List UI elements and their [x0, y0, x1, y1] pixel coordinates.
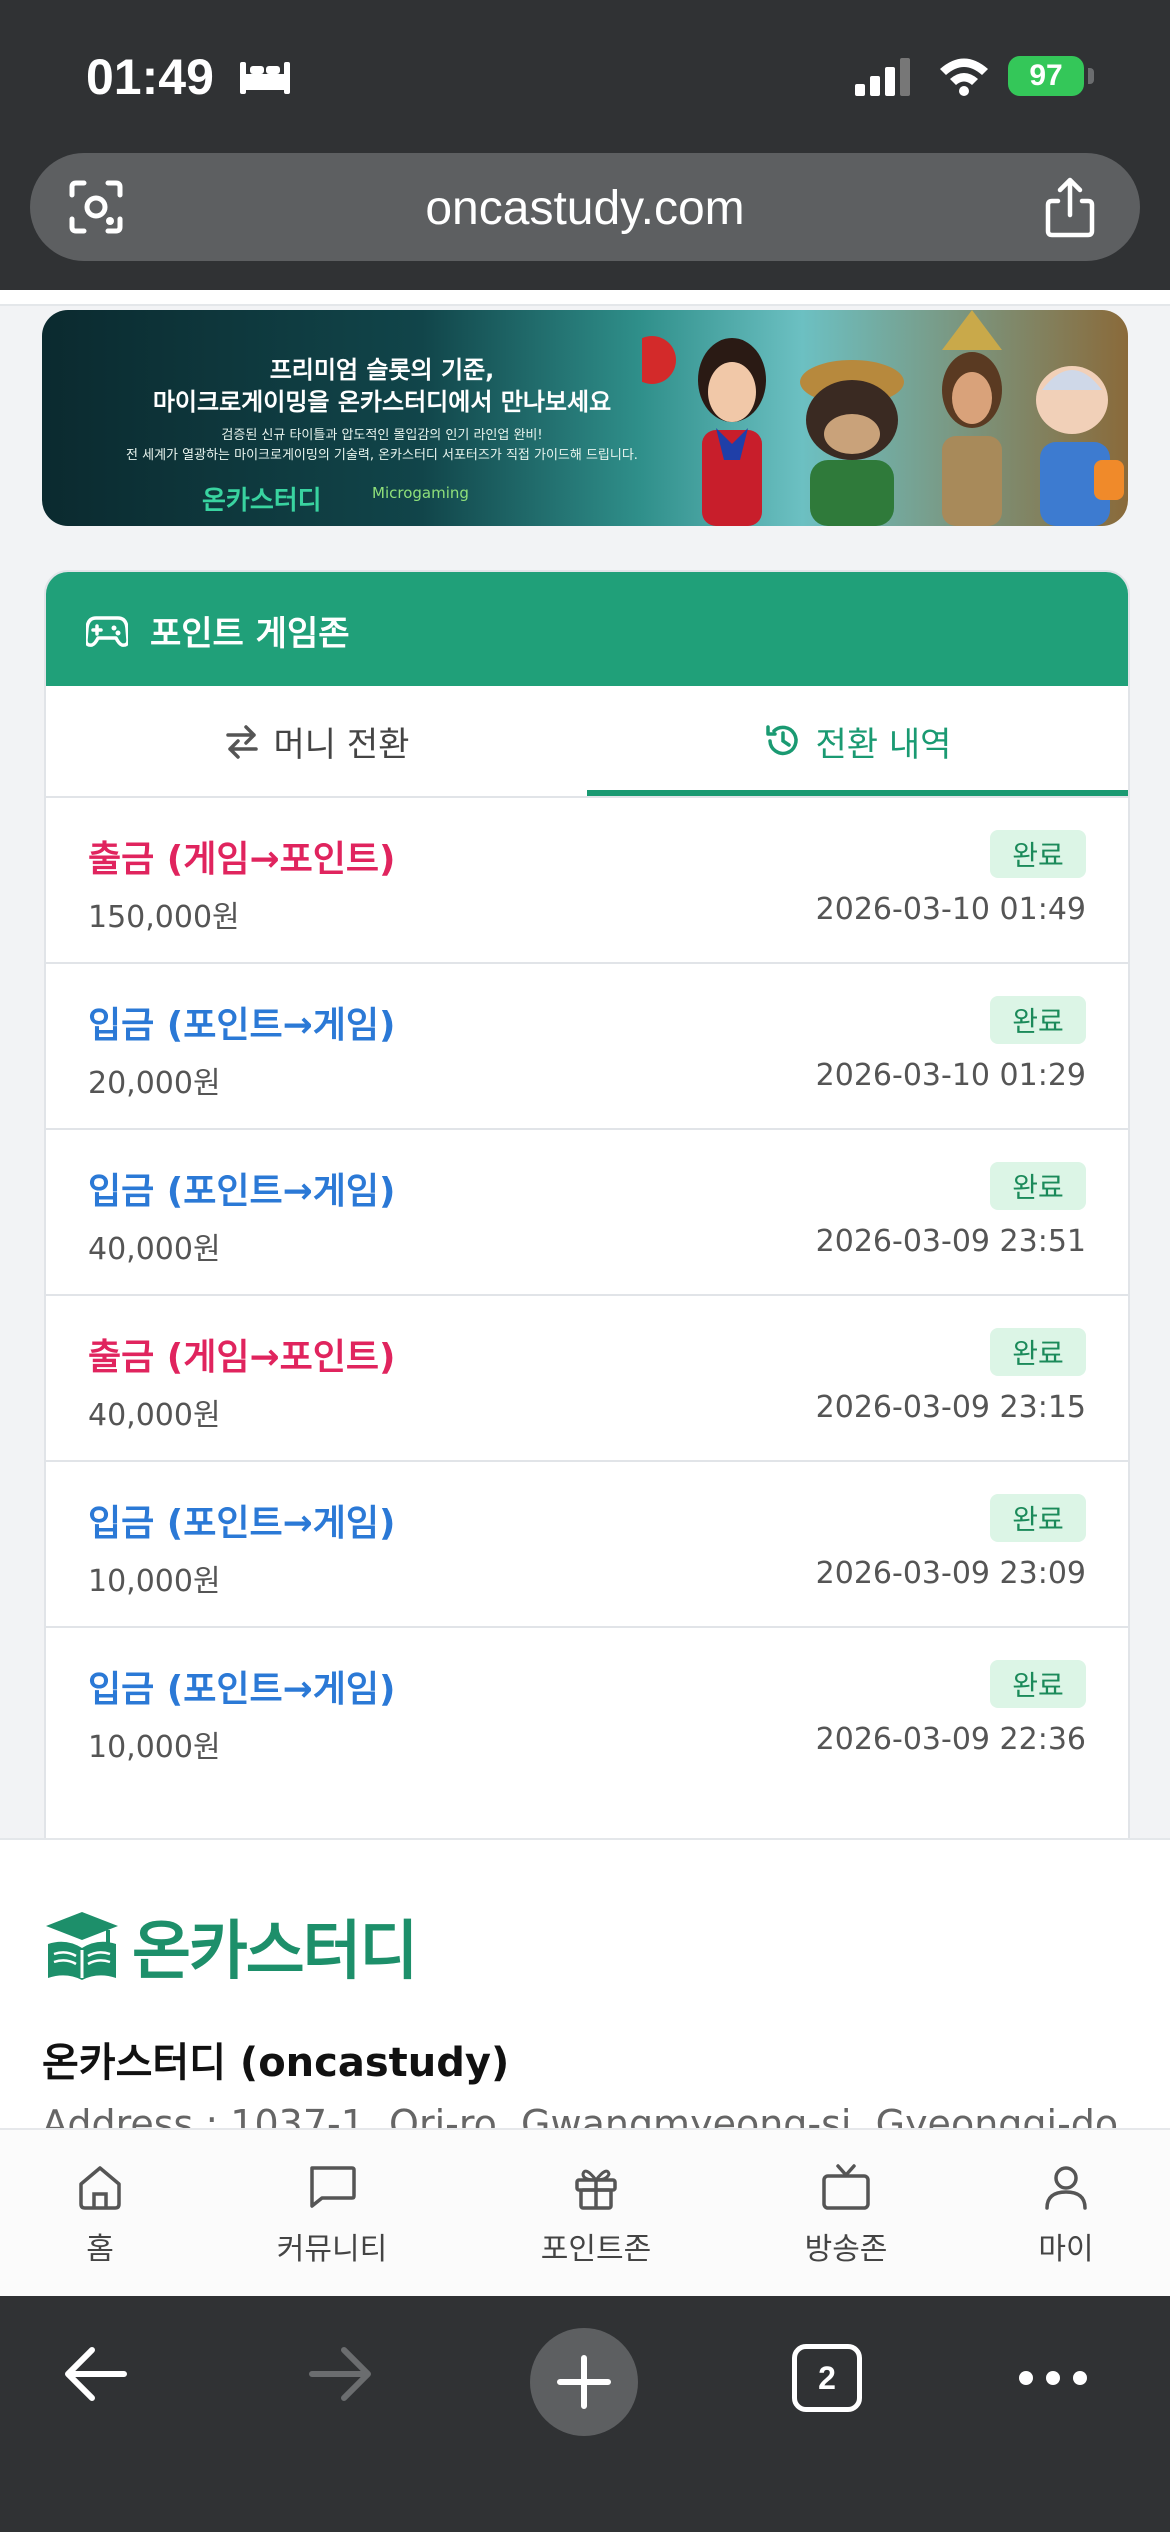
transaction-amount: 40,000원 — [88, 1398, 221, 1433]
cellular-signal-icon — [855, 58, 910, 96]
status-badge: 완료 — [990, 1328, 1086, 1376]
address-bar[interactable]: oncastudy.com — [30, 153, 1140, 261]
promo-banner[interactable]: 프리미엄 슬롯의 기준, 마이크로게이밍을 온카스터디에서 만나보세요 검증된 … — [42, 310, 1128, 526]
banner-partner-logo: Microgaming — [372, 484, 469, 502]
transaction-type: 입금 (포인트→게임) — [88, 1171, 396, 1212]
transaction-date: 2026-03-10 01:29 — [815, 1058, 1086, 1093]
transaction-type: 출금 (게임→포인트) — [88, 1337, 396, 1378]
nav-my[interactable]: 마이 — [1026, 2130, 1106, 2298]
transaction-type: 입금 (포인트→게임) — [88, 1005, 396, 1046]
status-badge: 완료 — [990, 1162, 1086, 1210]
nav-broadcast[interactable]: 방송존 — [776, 2130, 916, 2298]
conversion-tabs: 머니 전환 전환 내역 — [46, 686, 1128, 798]
transaction-amount: 10,000원 — [88, 1564, 221, 1599]
transaction-date: 2026-03-09 23:09 — [815, 1556, 1086, 1591]
nav-community[interactable]: 커뮤니티 — [262, 2130, 402, 2298]
transaction-type: 입금 (포인트→게임) — [88, 1503, 396, 1544]
header-edge — [0, 290, 1170, 306]
status-badge: 완료 — [990, 996, 1086, 1044]
transaction-amount: 10,000원 — [88, 1730, 221, 1765]
status-badge: 완료 — [990, 1494, 1086, 1542]
status-badge: 완료 — [990, 1660, 1086, 1708]
transaction-date: 2026-03-10 01:49 — [815, 892, 1086, 927]
new-tab-button[interactable] — [530, 2328, 638, 2436]
transaction-amount: 20,000원 — [88, 1066, 221, 1101]
transaction-type: 출금 (게임→포인트) — [88, 839, 396, 880]
banner-subtext-2: 전 세계가 열광하는 마이크로게이밍의 기술력, 온카스터디 서포터즈가 직접 … — [126, 448, 638, 463]
history-row: 출금 (게임→포인트) 150,000원 완료 2026-03-10 01:49 — [46, 796, 1128, 964]
transaction-type: 입금 (포인트→게임) — [88, 1669, 396, 1710]
banner-logo: 온카스터디 — [202, 486, 322, 516]
card-header: 포인트 게임존 — [46, 572, 1128, 686]
transaction-amount: 40,000원 — [88, 1232, 221, 1267]
transaction-date: 2026-03-09 23:51 — [815, 1224, 1086, 1259]
user-icon — [1045, 2166, 1087, 2210]
status-and-address-bar: 01:49 97 oncastudy.com — [0, 0, 1170, 290]
tab-switcher-button[interactable]: 2 — [792, 2344, 862, 2412]
banner-headline-2: 마이크로게이밍을 온카스터디에서 만나보세요 — [152, 388, 612, 416]
site-bottom-nav: 홈 커뮤니티 포인트존 방송존 마이 — [0, 2128, 1170, 2298]
history-row: 입금 (포인트→게임) 20,000원 완료 2026-03-10 01:29 — [46, 962, 1128, 1130]
status-badge: 완료 — [990, 830, 1086, 878]
nav-pointzone-label: 포인트존 — [540, 2232, 652, 2267]
nav-home[interactable]: 홈 — [60, 2130, 140, 2298]
history-row: 입금 (포인트→게임) 10,000원 완료 2026-03-09 22:36 — [46, 1626, 1128, 1792]
tab-convert-history-label: 전환 내역 — [815, 724, 952, 765]
history-row: 입금 (포인트→게임) 40,000원 완료 2026-03-09 23:51 — [46, 1128, 1128, 1296]
battery-tip — [1088, 68, 1094, 84]
graduation-book-icon — [46, 1912, 118, 1980]
transaction-date: 2026-03-09 22:36 — [815, 1722, 1086, 1757]
gamepad-icon — [86, 616, 128, 647]
chat-icon — [310, 2166, 356, 2208]
transaction-date: 2026-03-09 23:15 — [815, 1390, 1086, 1425]
nav-pointzone[interactable]: 포인트존 — [526, 2130, 666, 2298]
home-icon — [79, 2166, 121, 2210]
back-arrow-icon[interactable] — [58, 2336, 134, 2412]
banner-characters-illustration — [642, 310, 1124, 526]
footer-address: Address : 1037-1, Ori-ro, Gwangmyeong-si… — [42, 2102, 1119, 2130]
gift-icon — [575, 2169, 617, 2210]
tab-money-convert[interactable]: 머니 전환 — [46, 686, 587, 796]
site-footer: 온카스터디 온카스터디 (oncastudy) Address : 1037-1… — [0, 1838, 1170, 2130]
page-content: 프리미엄 슬롯의 기준, 마이크로게이밍을 온카스터디에서 만나보세요 검증된 … — [0, 290, 1170, 2130]
share-icon[interactable] — [1040, 175, 1100, 239]
history-row: 출금 (게임→포인트) 40,000원 완료 2026-03-09 23:15 — [46, 1294, 1128, 1462]
battery-indicator: 97 — [1008, 56, 1084, 96]
tv-icon — [822, 2164, 870, 2210]
history-row: 입금 (포인트→게임) 10,000원 완료 2026-03-09 23:09 — [46, 1460, 1128, 1628]
tab-convert-history[interactable]: 전환 내역 — [587, 686, 1128, 796]
nav-home-label: 홈 — [86, 2232, 114, 2267]
browser-toolbar: 2 — [0, 2296, 1170, 2532]
wifi-icon — [940, 58, 988, 96]
history-icon — [765, 725, 798, 756]
swap-arrows-icon — [225, 725, 258, 759]
card-title: 포인트 게임존 — [150, 614, 350, 654]
nav-my-label: 마이 — [1038, 2232, 1094, 2267]
nav-community-label: 커뮤니티 — [276, 2232, 388, 2267]
footer-site-name: 온카스터디 (oncastudy) — [42, 2040, 510, 2086]
transaction-amount: 150,000원 — [88, 900, 240, 935]
banner-headline-1: 프리미엄 슬롯의 기준, — [269, 356, 495, 384]
status-time: 01:49 — [86, 49, 214, 105]
more-options-icon[interactable] — [1016, 2368, 1090, 2388]
nav-broadcast-label: 방송존 — [804, 2232, 888, 2267]
url-text[interactable]: oncastudy.com — [30, 181, 1140, 236]
footer-logo[interactable]: 온카스터디 — [42, 1900, 418, 1992]
plus-icon — [557, 2355, 611, 2409]
tab-money-convert-label: 머니 전환 — [273, 724, 410, 765]
sleep-focus-icon — [240, 62, 290, 94]
footer-logo-text: 온카스터디 — [132, 1915, 418, 1989]
forward-arrow-icon[interactable] — [302, 2336, 378, 2412]
banner-subtext-1: 검증된 신규 타이틀과 압도적인 몰입감의 인기 라인업 완비! — [221, 428, 543, 443]
